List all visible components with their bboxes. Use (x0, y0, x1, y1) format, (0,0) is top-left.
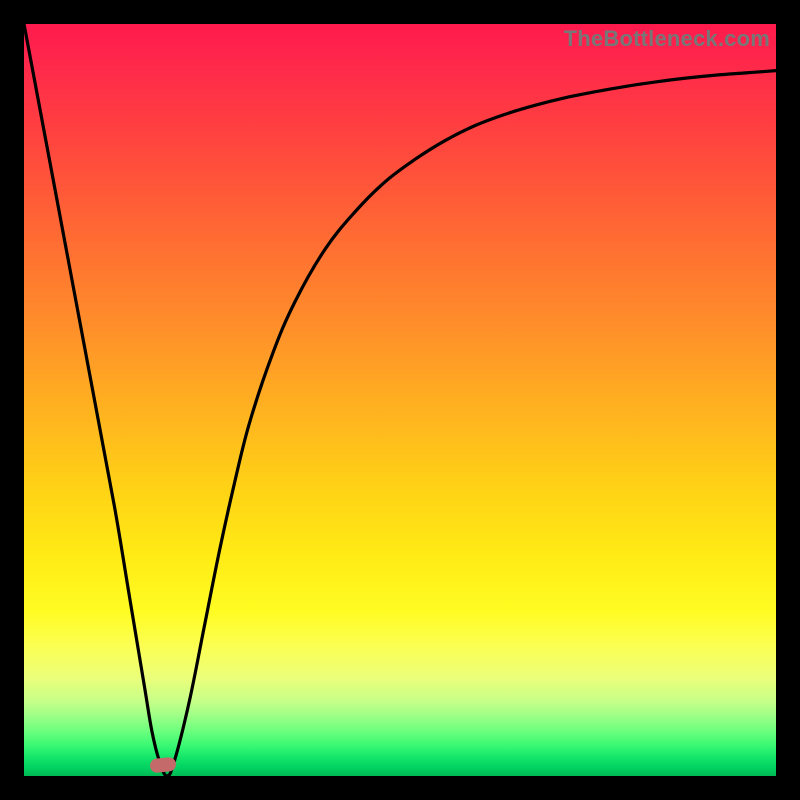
chart-frame: TheBottleneck.com (0, 0, 800, 800)
plot-area: TheBottleneck.com (24, 24, 776, 776)
bottleneck-curve (24, 24, 776, 776)
